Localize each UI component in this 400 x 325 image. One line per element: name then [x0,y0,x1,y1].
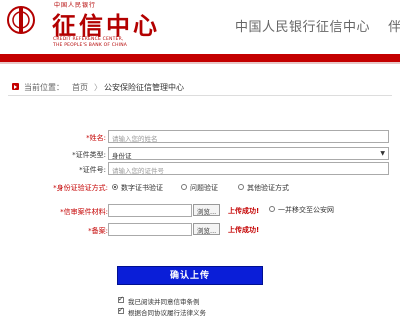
breadcrumb-separator: 〉 [94,83,102,92]
verify-radio-question[interactable] [181,184,187,190]
verify-option-other: 其他验证方式 [247,184,289,192]
verify-method-label: *身份证验证方式: [44,183,108,193]
name-label: *姓名: [60,133,106,143]
verify-option-cert: 数字证书验证 [121,184,163,192]
agree-text-2: 根据合同协议履行法律义务 [128,309,206,317]
id-type-label-text: *证件类型: [72,151,106,159]
verify-radio-cert[interactable] [112,184,118,190]
material-upload-status: 上传成功! [228,207,260,215]
name-input[interactable]: 请输入您的姓名 [108,130,389,143]
agree-checkbox-1[interactable] [118,295,124,303]
header-slogan: 中国人民银行征信中心 伴您 [235,20,400,35]
id-type-label: *证件类型: [60,150,106,160]
breadcrumb-current: 公安保险征信管理中心 [104,83,184,92]
agree-text-1: 我已阅读并同意信审条例 [128,298,200,306]
material-browse-button[interactable]: 浏览... [193,204,221,216]
note-upload-status: 上传成功! [228,226,260,234]
agree-checkbox-2[interactable] [118,306,124,314]
note-file-input[interactable] [108,223,192,236]
transfer-police-radio[interactable] [269,206,275,212]
confirm-upload-button[interactable]: 确认上传 [117,266,263,285]
page: 中国人民银行 征信中心 CREDIT REFERENCE CENTER, THE… [0,0,400,325]
id-number-input[interactable]: 请输入您的证件号 [108,162,389,175]
logo-title: 征信中心 [52,11,160,40]
header-red-bar [0,54,400,64]
chevron-down-icon: ▼ [380,150,385,157]
id-number-label-text: *证件号: [79,166,106,174]
name-label-text: *姓名: [86,134,106,142]
material-label: *信审案件材料: [48,207,108,217]
logo-english-line1: CREDIT REFERENCE CENTER, [53,37,124,42]
breadcrumb: 当前位置： 首页 〉 公安保险征信管理中心 [8,80,392,96]
id-number-label: *证件号: [60,165,106,175]
verify-radio-other[interactable] [238,184,244,190]
breadcrumb-home-link[interactable]: 首页 [72,82,88,93]
note-browse-button[interactable]: 浏览... [193,223,221,235]
transfer-police-option: 一并移交至公安网 [278,206,334,214]
verify-option-question: 问题验证 [190,184,218,192]
id-type-value: 身份证 [112,152,132,160]
note-label: *备案: [60,226,108,236]
id-type-select[interactable]: 身份证 ▼ [108,147,389,160]
header: 中国人民银行 征信中心 CREDIT REFERENCE CENTER, THE… [0,0,400,52]
note-label-text: *备案: [88,227,108,235]
breadcrumb-label: 当前位置： [24,83,64,92]
arrow-right-icon [12,83,19,90]
material-label-text: *信审案件材料: [60,208,108,216]
credit-center-logo-icon [7,6,35,34]
logo-english-line2: THE PEOPLE'S BANK OF CHINA [53,43,128,48]
verify-method-label-text: *身份证验证方式: [53,184,108,192]
material-file-input[interactable] [108,204,192,217]
